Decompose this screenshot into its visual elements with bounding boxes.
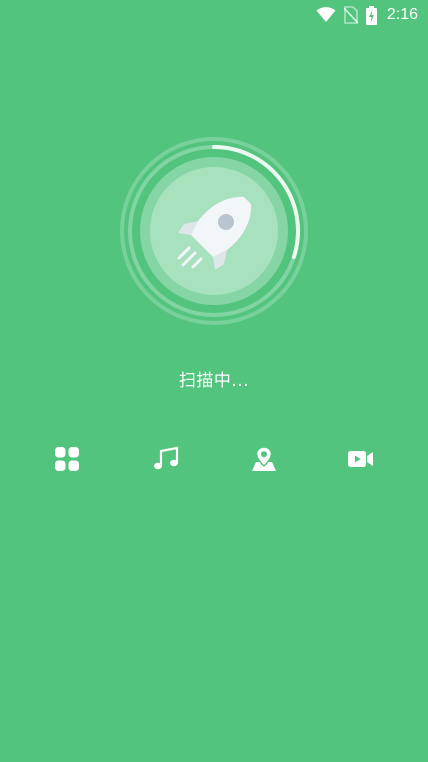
rocket-icon bbox=[171, 191, 257, 281]
battery-charging-icon bbox=[365, 5, 377, 25]
map-location-icon bbox=[251, 446, 277, 476]
video-camera-icon bbox=[348, 449, 374, 473]
apps-category-button[interactable] bbox=[52, 446, 82, 476]
no-sim-icon bbox=[343, 6, 358, 24]
music-note-icon bbox=[153, 446, 179, 476]
video-category-button[interactable] bbox=[346, 446, 376, 476]
scan-status-text: 扫描中... bbox=[178, 371, 250, 391]
status-icons: 2:16 bbox=[316, 4, 418, 26]
status-bar: 2:16 bbox=[0, 0, 428, 30]
music-category-button[interactable] bbox=[151, 446, 181, 476]
wifi-icon bbox=[316, 7, 336, 23]
scan-categories bbox=[0, 446, 428, 476]
apps-grid-icon bbox=[55, 447, 79, 475]
location-category-button[interactable] bbox=[249, 446, 279, 476]
clock: 2:16 bbox=[386, 6, 418, 23]
